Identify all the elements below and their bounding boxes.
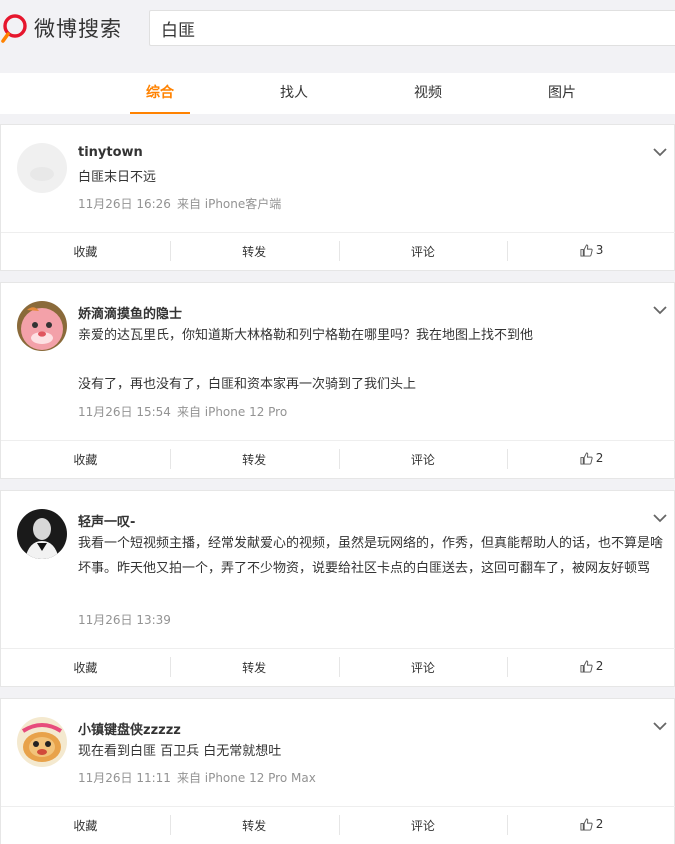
search-box[interactable]: [149, 10, 675, 46]
logo-text: 微博搜索: [34, 17, 122, 41]
default-avatar-icon: [17, 143, 67, 193]
post-source: 来自 iPhone 12 Pro: [176, 405, 288, 419]
post-time[interactable]: 11月26日 11:11: [78, 771, 171, 785]
comment-button[interactable]: 评论: [338, 241, 508, 261]
tab-people[interactable]: 找人: [264, 73, 324, 114]
post-text: 亲爱的达瓦里氏，你知道斯大林格勒和列宁格勒在哪里吗？我在地图上找不到他 没有了，…: [78, 323, 663, 397]
username[interactable]: 小镇键盘侠zzzzz: [78, 719, 181, 738]
weibo-search-logo[interactable]: 微博搜索: [0, 12, 122, 44]
repost-button[interactable]: 转发: [169, 657, 339, 677]
post-card: 娇滴滴摸鱼的隐士 亲爱的达瓦里氏，你知道斯大林格勒和列宁格勒在哪里吗？我在地图上…: [0, 282, 675, 479]
tab-pictures[interactable]: 图片: [532, 73, 592, 114]
search-input[interactable]: [161, 18, 675, 38]
avatar[interactable]: [17, 717, 67, 767]
post-card: 轻声一叹- 我看一个短视频主播，经常发献爱心的视频，虽然是玩网络的，作秀，但真能…: [0, 490, 675, 687]
post-card: 小镇键盘侠zzzzz 现在看到白匪 百卫兵 白无常就想吐 11月26日 11:1…: [0, 698, 675, 844]
like-button[interactable]: 3: [507, 241, 675, 261]
like-count: 2: [595, 817, 604, 832]
repost-button[interactable]: 转发: [169, 241, 339, 261]
search-logo-icon: [1, 14, 27, 43]
post-source: 来自 iPhone客户端: [176, 197, 282, 211]
tab-video[interactable]: 视频: [398, 73, 458, 114]
post-paragraph: 没有了，再也没有了，白匪和资本家再一次骑到了我们头上: [78, 377, 417, 392]
like-count: 2: [595, 659, 604, 674]
like-count: 2: [595, 451, 604, 466]
comment-button[interactable]: 评论: [338, 449, 508, 469]
collect-button[interactable]: 收藏: [1, 817, 170, 834]
collect-button[interactable]: 收藏: [1, 243, 170, 260]
like-button[interactable]: 2: [507, 449, 675, 469]
thumbs-up-icon: [580, 818, 593, 831]
post-meta: 11月26日 15:54 来自 iPhone 12 Pro: [78, 403, 287, 420]
post-paragraph: 现在看到白匪 百卫兵 白无常就想吐: [78, 744, 282, 759]
username[interactable]: 娇滴滴摸鱼的隐士: [78, 303, 182, 322]
thumbs-up-icon: [580, 244, 593, 257]
post-meta: 11月26日 11:11 来自 iPhone 12 Pro Max: [78, 769, 316, 786]
repost-button[interactable]: 转发: [169, 815, 339, 835]
post-time[interactable]: 11月26日 16:26: [78, 197, 171, 211]
post-text: 白匪末日不远: [78, 165, 663, 190]
post-text: 现在看到白匪 百卫兵 白无常就想吐: [78, 739, 663, 764]
chevron-down-icon[interactable]: [652, 511, 668, 525]
avatar[interactable]: [17, 143, 67, 193]
post-card: tinytown 白匪末日不远 11月26日 16:26 来自 iPhone客户端…: [0, 124, 675, 271]
collect-button[interactable]: 收藏: [1, 451, 170, 468]
chevron-down-icon[interactable]: [652, 145, 668, 159]
chevron-down-icon[interactable]: [652, 303, 668, 317]
tab-comprehensive[interactable]: 综合: [130, 73, 190, 114]
username[interactable]: 轻声一叹-: [78, 511, 135, 530]
post-actions: 收藏 转发 评论 2: [1, 440, 675, 478]
post-time[interactable]: 11月26日 15:54: [78, 405, 171, 419]
cartoon-avatar-icon: [17, 717, 67, 767]
post-meta: 11月26日 16:26 来自 iPhone客户端: [78, 195, 281, 212]
repost-button[interactable]: 转发: [169, 449, 339, 469]
collect-button[interactable]: 收藏: [1, 659, 170, 676]
post-actions: 收藏 转发 评论 2: [1, 806, 675, 844]
post-source: 来自 iPhone 12 Pro Max: [176, 771, 316, 785]
comment-button[interactable]: 评论: [338, 657, 508, 677]
post-meta: 11月26日 13:39: [78, 611, 177, 628]
header: 微博搜索: [0, 0, 675, 56]
avatar[interactable]: [17, 509, 67, 559]
post-paragraph: 我看一个短视频主播，经常发献爱心的视频，虽然是玩网络的，作秀，但真能帮助人的话，…: [78, 536, 664, 576]
portrait-avatar-icon: [17, 509, 67, 559]
post-time[interactable]: 11月26日 13:39: [78, 613, 171, 627]
username[interactable]: tinytown: [78, 145, 143, 160]
avatar[interactable]: [17, 301, 67, 351]
search-tabs: 综合 找人 视频 图片: [0, 73, 675, 114]
post-paragraph: 亲爱的达瓦里氏，你知道斯大林格勒和列宁格勒在哪里吗？我在地图上找不到他: [78, 328, 534, 343]
like-count: 3: [595, 243, 604, 258]
post-actions: 收藏 转发 评论 3: [1, 232, 675, 270]
post-actions: 收藏 转发 评论 2: [1, 648, 675, 686]
like-button[interactable]: 2: [507, 815, 675, 835]
thumbs-up-icon: [580, 452, 593, 465]
comment-button[interactable]: 评论: [338, 815, 508, 835]
chevron-down-icon[interactable]: [652, 719, 668, 733]
like-button[interactable]: 2: [507, 657, 675, 677]
pink-creature-avatar-icon: [17, 301, 67, 351]
post-text: 我看一个短视频主播，经常发献爱心的视频，虽然是玩网络的，作秀，但真能帮助人的话，…: [78, 531, 663, 581]
post-paragraph: 白匪末日不远: [78, 170, 157, 185]
thumbs-up-icon: [580, 660, 593, 673]
